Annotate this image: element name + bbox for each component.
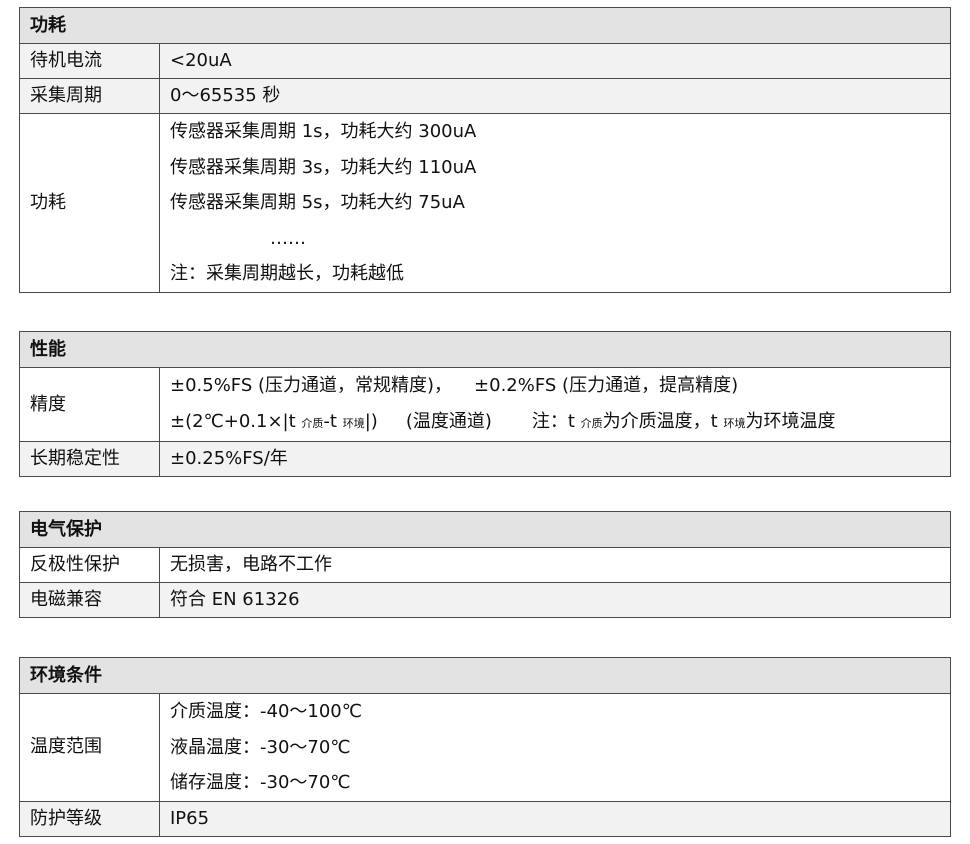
row-label: 精度 [19, 367, 160, 442]
subscript-medium: 介质 [301, 416, 324, 430]
formula-close: |) [364, 410, 378, 432]
value-line: 传感器采集周期 5s，功耗大约 75uA [170, 192, 465, 213]
table-row: 待机电流 <20uA [19, 43, 951, 79]
table-row: 防护等级 IP65 [19, 800, 951, 837]
section-header: 性能 [19, 331, 951, 368]
row-label: 电磁兼容 [19, 582, 160, 618]
section-title: 电气保护 [19, 511, 951, 548]
value-line: 注：采集周期越长，功耗越低 [170, 263, 404, 284]
row-value: <20uA [159, 43, 951, 79]
formula-minus: -t [323, 410, 337, 432]
power-table: 功耗 待机电流 <20uA 采集周期 0～65535 秒 功耗 传感器采集周期 … [19, 7, 951, 293]
row-label: 待机电流 [19, 43, 160, 79]
row-value: 0～65535 秒 [159, 78, 951, 114]
row-label: 采集周期 [19, 78, 160, 114]
table-row: 采集周期 0～65535 秒 [19, 78, 951, 114]
environment-table: 环境条件 温度范围 介质温度：-40～100℃ 液晶温度：-30～70℃ 储存温… [19, 657, 951, 837]
section-title: 功耗 [19, 7, 951, 44]
section-header: 电气保护 [19, 511, 951, 548]
temp-channel-label: (温度通道) [405, 410, 492, 432]
row-value: 符合 EN 61326 [159, 582, 951, 618]
row-value: 介质温度：-40～100℃ 液晶温度：-30～70℃ 储存温度：-30～70℃ [159, 693, 951, 802]
value-line: 液晶温度：-30～70℃ [170, 736, 351, 758]
row-label: 反极性保护 [19, 547, 160, 583]
section-title: 环境条件 [19, 657, 951, 694]
row-value: ±0.25%FS/年 [159, 441, 951, 477]
value-line: ±(2℃+0.1×|t 介质-t 环境|) (温度通道) 注：t 介质为介质温度，t… [170, 404, 940, 442]
note-medium-desc: 为介质温度，t [602, 410, 718, 432]
value-line: ±0.5%FS (压力通道，常规精度)， ±0.2%FS (压力通道，提高精度) [170, 368, 940, 404]
subscript-medium: 介质 [580, 416, 603, 430]
row-label: 长期稳定性 [19, 441, 160, 477]
value-line: 传感器采集周期 1s，功耗大约 300uA [170, 121, 477, 142]
note-env-desc: 为环境温度 [745, 410, 836, 432]
row-value: IP65 [159, 800, 951, 837]
row-value: 传感器采集周期 1s，功耗大约 300uA 传感器采集周期 3s，功耗大约 11… [159, 113, 951, 293]
table-row: 反极性保护 无损害，电路不工作 [19, 547, 951, 583]
row-value: 无损害，电路不工作 [159, 547, 951, 583]
table-row: 温度范围 介质温度：-40～100℃ 液晶温度：-30～70℃ 储存温度：-30… [19, 693, 951, 802]
section-header: 功耗 [19, 7, 951, 44]
section-title: 性能 [19, 331, 951, 368]
subscript-env: 环境 [723, 416, 746, 430]
table-row: 电磁兼容 符合 EN 61326 [19, 582, 951, 618]
table-row: 功耗 传感器采集周期 1s，功耗大约 300uA 传感器采集周期 3s，功耗大约… [19, 113, 951, 293]
temp-accuracy-formula: ±(2℃+0.1×|t [170, 410, 296, 432]
note-prefix: 注：t [531, 410, 575, 432]
row-label: 温度范围 [19, 693, 160, 802]
pressure-accuracy-high: ±0.2%FS (压力通道，提高精度) [474, 375, 739, 396]
value-line: 传感器采集周期 3s，功耗大约 110uA [170, 156, 477, 178]
value-line: 储存温度：-30～70℃ [170, 772, 351, 793]
row-label: 防护等级 [19, 800, 160, 837]
row-value: ±0.5%FS (压力通道，常规精度)， ±0.2%FS (压力通道，提高精度) … [159, 367, 951, 442]
value-line: 介质温度：-40～100℃ [170, 701, 362, 722]
protection-table: 电气保护 反极性保护 无损害，电路不工作 电磁兼容 符合 EN 61326 [19, 511, 951, 618]
performance-table: 性能 精度 ±0.5%FS (压力通道，常规精度)， ±0.2%FS (压力通道，… [19, 331, 951, 477]
pressure-accuracy-normal: ±0.5%FS (压力通道，常规精度)， [170, 375, 453, 396]
subscript-env: 环境 [342, 416, 365, 430]
table-row: 长期稳定性 ±0.25%FS/年 [19, 441, 951, 477]
row-label: 功耗 [19, 113, 160, 293]
table-row: 精度 ±0.5%FS (压力通道，常规精度)， ±0.2%FS (压力通道，提高精… [19, 367, 951, 442]
value-line: …… [270, 227, 306, 249]
section-header: 环境条件 [19, 657, 951, 694]
